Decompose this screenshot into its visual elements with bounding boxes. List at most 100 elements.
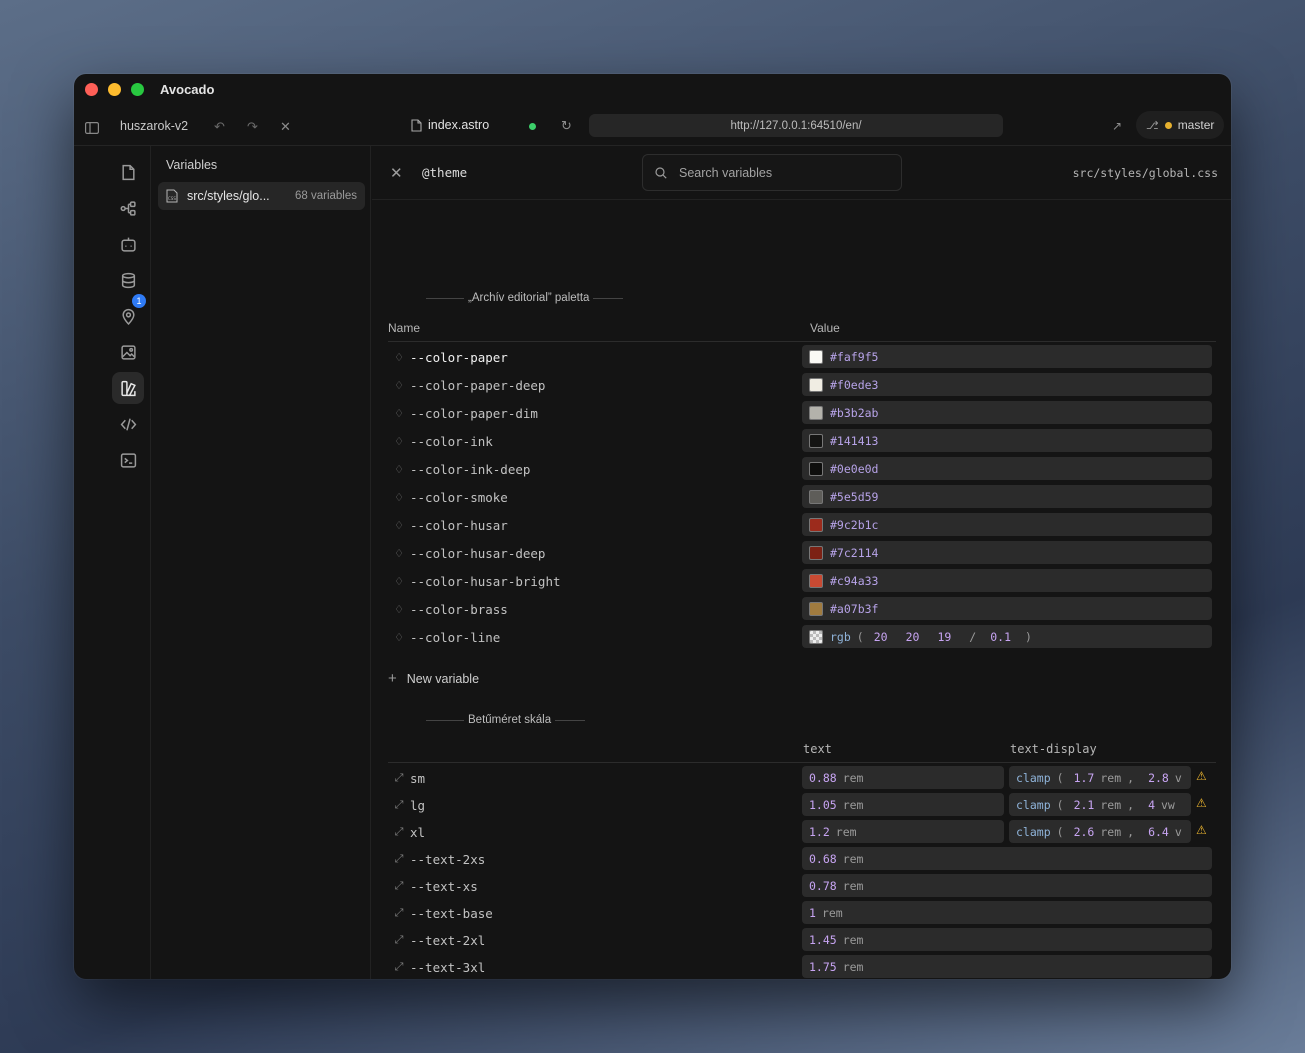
color-swatch[interactable]: [809, 377, 823, 392]
font-scale-section-title: Betűméret skála: [388, 714, 1216, 726]
variables-swatch-icon[interactable]: [112, 372, 144, 404]
close-window-button[interactable]: [85, 83, 98, 96]
variable-name: --color-husar: [410, 517, 508, 533]
close-icon[interactable]: ✕: [390, 164, 403, 182]
search-input[interactable]: Search variables: [642, 154, 902, 191]
variable-row[interactable]: ⤢ --text-xs 0.78 rem: [388, 872, 1216, 900]
text-size-field[interactable]: 1.05 rem: [802, 793, 1004, 816]
variables-editor: ✕ @theme Search variables src/styles/glo…: [372, 146, 1231, 979]
size-value-field[interactable]: 0.78 rem: [802, 874, 1212, 897]
color-swatch[interactable]: [809, 573, 823, 588]
unit: rem: [1100, 797, 1122, 812]
robot-icon[interactable]: [112, 228, 144, 260]
color-value-field[interactable]: #a07b3f: [802, 597, 1212, 620]
text-display-field[interactable]: clamp (2.6 rem, 6.4 v: [1009, 820, 1191, 843]
clamp-min: 2.6: [1073, 824, 1095, 839]
breakpoint-row[interactable]: ⤢ xl 1.2 rem clamp (2.6 rem, 6.4 v ⚠: [388, 818, 1216, 846]
variable-row[interactable]: ♢ --color-paper #faf9f5: [388, 343, 1216, 371]
color-swatch[interactable]: [809, 433, 823, 448]
variable-row[interactable]: ♢ --color-line rgb (20 20 19 / 0.1): [388, 623, 1216, 651]
color-value-field[interactable]: #c94a33: [802, 569, 1212, 592]
image-gallery-icon[interactable]: [112, 336, 144, 368]
color-swatch[interactable]: [809, 545, 823, 560]
variable-row[interactable]: ⤢ --text-base 1 rem: [388, 899, 1216, 927]
variable-row[interactable]: ♢ --color-ink #141413: [388, 427, 1216, 455]
variable-row[interactable]: ⤢ --text-3xl 1.75 rem: [388, 953, 1216, 979]
clamp-min: 2.1: [1073, 797, 1095, 812]
variable-row[interactable]: ⤢ --text-2xl 1.45 rem: [388, 926, 1216, 954]
code-icon[interactable]: [112, 408, 144, 440]
project-name[interactable]: huszarok-v2: [120, 119, 188, 133]
undo-icon[interactable]: ↶: [214, 119, 225, 135]
size-number: 0.68: [809, 851, 837, 866]
variable-row[interactable]: ♢ --color-paper-deep #f0ede3: [388, 371, 1216, 399]
app-title: Avocado: [160, 82, 215, 97]
variable-row[interactable]: ♢ --color-smoke #5e5d59: [388, 483, 1216, 511]
text-size-field[interactable]: 0.88 rem: [802, 766, 1004, 789]
close-icon[interactable]: ✕: [280, 119, 291, 135]
drop-icon: ♢: [394, 491, 404, 504]
color-value-field[interactable]: #7c2114: [802, 541, 1212, 564]
variable-row[interactable]: ♢ --color-brass #a07b3f: [388, 595, 1216, 623]
size-value-field[interactable]: 1.45 rem: [802, 928, 1212, 951]
color-value-field[interactable]: rgb (20 20 19 / 0.1): [802, 625, 1212, 648]
color-value-field[interactable]: #0e0e0d: [802, 457, 1212, 480]
plus-icon: +: [388, 670, 397, 687]
color-value-field[interactable]: #5e5d59: [802, 485, 1212, 508]
color-hex-value: #c94a33: [830, 573, 879, 588]
color-value-field[interactable]: #9c2b1c: [802, 513, 1212, 536]
text-size-field[interactable]: 1.2 rem: [802, 820, 1004, 843]
size-value-field[interactable]: 1.75 rem: [802, 955, 1212, 978]
terminal-icon[interactable]: [112, 444, 144, 476]
files-icon[interactable]: [112, 156, 144, 188]
warning-icon: ⚠: [1196, 769, 1207, 783]
database-icon[interactable]: [112, 264, 144, 296]
color-value-field[interactable]: #faf9f5: [802, 345, 1212, 368]
minimize-window-button[interactable]: [108, 83, 121, 96]
color-swatch[interactable]: [809, 601, 823, 616]
redo-icon[interactable]: ↷: [247, 119, 258, 135]
warning-icon: ⚠: [1196, 823, 1207, 837]
reload-icon[interactable]: ↻: [561, 118, 572, 134]
url-bar[interactable]: http://127.0.0.1:64510/en/: [589, 114, 1003, 137]
variable-row[interactable]: ♢ --color-ink-deep #0e0e0d: [388, 455, 1216, 483]
sidebar-file-item[interactable]: CSS src/styles/glo... 68 variables: [158, 182, 365, 210]
breakpoint-row[interactable]: ⤢ sm 0.88 rem clamp (1.7 rem, 2.8 v ⚠: [388, 764, 1216, 792]
separator: ,: [1127, 770, 1135, 785]
file-tab[interactable]: index.astro: [411, 118, 489, 132]
size-value-field[interactable]: 0.68 rem: [802, 847, 1212, 870]
color-value-field[interactable]: #b3b2ab: [802, 401, 1212, 424]
color-swatch[interactable]: [809, 517, 823, 532]
components-tree-icon[interactable]: [112, 192, 144, 224]
variable-row[interactable]: ♢ --color-paper-dim #b3b2ab: [388, 399, 1216, 427]
variable-row[interactable]: ♢ --color-husar-bright #c94a33: [388, 567, 1216, 595]
size-unit: rem: [821, 905, 843, 920]
sidebar-toggle-icon[interactable]: [85, 122, 99, 134]
text-display-field[interactable]: clamp (1.7 rem, 2.8 v: [1009, 766, 1191, 789]
color-swatch[interactable]: [809, 461, 823, 476]
search-placeholder: Search variables: [679, 165, 773, 180]
color-hex-value: #141413: [830, 433, 879, 448]
open-external-icon[interactable]: ↗: [1112, 119, 1122, 133]
color-swatch-transparent[interactable]: [809, 629, 823, 644]
size-value-field[interactable]: 1 rem: [802, 901, 1212, 924]
zoom-window-button[interactable]: [131, 83, 144, 96]
branch-button[interactable]: ⎇ master: [1136, 111, 1225, 139]
new-variable-button[interactable]: + New variable: [388, 670, 479, 687]
clamp-pref: 4: [1148, 797, 1155, 812]
variable-row[interactable]: ♢ --color-husar-deep #7c2114: [388, 539, 1216, 567]
text-display-field[interactable]: clamp (2.1 rem, 4 vw: [1009, 793, 1191, 816]
variable-row[interactable]: ♢ --color-husar #9c2b1c: [388, 511, 1216, 539]
breakpoint-row[interactable]: ⤢ lg 1.05 rem clamp (2.1 rem, 4 vw ⚠: [388, 791, 1216, 819]
color-value-field[interactable]: #f0ede3: [802, 373, 1212, 396]
drop-icon: ♢: [394, 631, 404, 644]
color-swatch[interactable]: [809, 349, 823, 364]
color-swatch[interactable]: [809, 489, 823, 504]
column-header-name: Name: [388, 321, 421, 335]
variable-name: --text-xs: [410, 878, 478, 894]
color-swatch[interactable]: [809, 405, 823, 420]
variable-row[interactable]: ⤢ --text-2xs 0.68 rem: [388, 845, 1216, 873]
expand-icon: ⤢: [394, 879, 404, 892]
color-value-field[interactable]: #141413: [802, 429, 1212, 452]
location-pin-icon[interactable]: 1: [112, 294, 146, 332]
